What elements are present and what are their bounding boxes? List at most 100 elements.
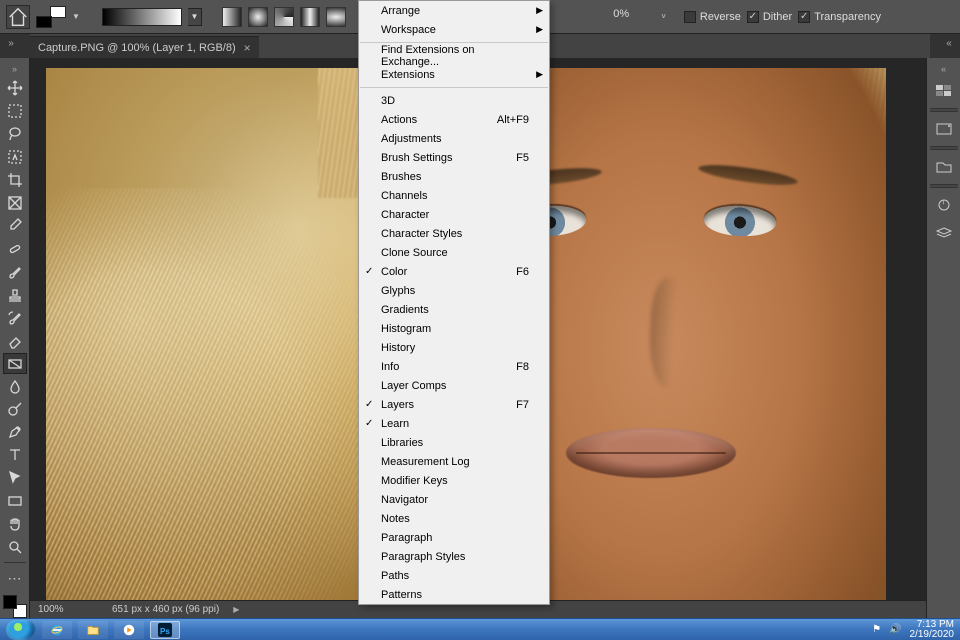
menu-item-extensions[interactable]: Extensions▶ xyxy=(359,65,549,84)
eraser-tool[interactable] xyxy=(3,330,27,351)
stamp-tool[interactable] xyxy=(3,284,27,305)
dodge-tool[interactable] xyxy=(3,399,27,420)
expand-right-icon[interactable]: « xyxy=(942,36,956,50)
menu-item-info[interactable]: InfoF8 xyxy=(359,357,549,376)
menu-item-layers[interactable]: ✓LayersF7 xyxy=(359,395,549,414)
libraries-panel-icon[interactable] xyxy=(931,156,957,178)
dither-checkbox[interactable]: ✓ Dither xyxy=(747,11,792,23)
transparency-checkbox[interactable]: ✓ Transparency xyxy=(798,11,881,23)
menu-item-label: Gradients xyxy=(381,304,429,316)
menu-item-actions[interactable]: ActionsAlt+F9 xyxy=(359,110,549,129)
menu-item-modifier-keys[interactable]: Modifier Keys xyxy=(359,471,549,490)
check-icon: ✓ xyxy=(365,399,373,410)
menu-item-clone-source[interactable]: Clone Source xyxy=(359,243,549,262)
menu-item-channels[interactable]: Channels xyxy=(359,186,549,205)
brush-tool[interactable] xyxy=(3,261,27,282)
rectangle-tool[interactable] xyxy=(3,491,27,512)
chevron-right-icon[interactable]: ▶ xyxy=(233,605,239,614)
menu-item-histogram[interactable]: Histogram xyxy=(359,319,549,338)
home-button[interactable] xyxy=(6,5,30,29)
tray-flag-icon[interactable]: ⚑ xyxy=(872,624,881,635)
menu-item-character-styles[interactable]: Character Styles xyxy=(359,224,549,243)
hand-tool[interactable] xyxy=(3,514,27,535)
gradient-type-angle[interactable] xyxy=(274,7,294,27)
crop-tool[interactable] xyxy=(3,170,27,191)
fg-bg-mini-swatch[interactable] xyxy=(36,6,66,28)
menu-item-arrange[interactable]: Arrange▶ xyxy=(359,1,549,20)
edit-toolbar[interactable]: ⋯ xyxy=(3,568,27,589)
menu-item-paths[interactable]: Paths xyxy=(359,566,549,585)
marquee-tool[interactable] xyxy=(3,101,27,122)
adjustments-panel-icon[interactable] xyxy=(931,194,957,216)
gradient-type-diamond[interactable] xyxy=(326,7,346,27)
frame-tool[interactable] xyxy=(3,193,27,214)
path-select-tool[interactable] xyxy=(3,468,27,489)
document-tab[interactable]: Capture.PNG @ 100% (Layer 1, RGB/8) × xyxy=(30,36,259,58)
taskbar-clock[interactable]: 7:13 PM 2/19/2020 xyxy=(910,620,955,640)
move-tool[interactable] xyxy=(3,78,27,99)
quick-select-tool[interactable] xyxy=(3,147,27,168)
chevron-down-icon[interactable]: ▼ xyxy=(72,12,80,21)
fg-bg-swatch[interactable] xyxy=(3,595,27,618)
taskbar-ie-icon[interactable] xyxy=(42,621,72,639)
menu-item-paragraph[interactable]: Paragraph xyxy=(359,528,549,547)
taskbar-photoshop-icon[interactable]: Ps xyxy=(150,621,180,639)
menu-item-color[interactable]: ✓ColorF6 xyxy=(359,262,549,281)
collapse-icon[interactable]: » xyxy=(12,64,17,74)
gradient-dropdown[interactable]: ▼ xyxy=(188,8,202,26)
menu-item-libraries[interactable]: Libraries xyxy=(359,433,549,452)
healing-tool[interactable] xyxy=(3,238,27,259)
svg-text:Ps: Ps xyxy=(160,627,170,636)
menu-item-label: 3D xyxy=(381,95,395,107)
layers-panel-icon[interactable] xyxy=(931,222,957,244)
gradient-tool[interactable] xyxy=(3,353,27,374)
zoom-level[interactable]: 100% xyxy=(38,604,98,615)
reverse-checkbox[interactable]: Reverse xyxy=(684,11,741,23)
menu-item-find-extensions-on-exchange[interactable]: Find Extensions on Exchange... xyxy=(359,46,549,65)
menu-item-3d[interactable]: 3D xyxy=(359,91,549,110)
color-panel-icon[interactable] xyxy=(931,80,957,102)
checkbox-box xyxy=(684,11,696,23)
blur-tool[interactable] xyxy=(3,376,27,397)
collapse-icon[interactable]: « xyxy=(941,64,946,74)
learn-panel-icon[interactable] xyxy=(931,118,957,140)
eyedropper-tool[interactable] xyxy=(3,216,27,237)
menu-item-label: Brush Settings xyxy=(381,152,453,164)
menu-item-gradients[interactable]: Gradients xyxy=(359,300,549,319)
menu-item-glyphs[interactable]: Glyphs xyxy=(359,281,549,300)
menu-item-character[interactable]: Character xyxy=(359,205,549,224)
gradient-type-reflected[interactable] xyxy=(300,7,320,27)
menu-item-learn[interactable]: ✓Learn xyxy=(359,414,549,433)
expand-left-icon[interactable]: » xyxy=(4,36,18,50)
menu-item-navigator[interactable]: Navigator xyxy=(359,490,549,509)
menu-item-adjustments[interactable]: Adjustments xyxy=(359,129,549,148)
menu-item-paragraph-styles[interactable]: Paragraph Styles xyxy=(359,547,549,566)
close-icon[interactable]: × xyxy=(244,41,251,55)
chevron-down-icon[interactable]: ˅ xyxy=(661,12,666,21)
taskbar-explorer-icon[interactable] xyxy=(78,621,108,639)
menu-item-brushes[interactable]: Brushes xyxy=(359,167,549,186)
menu-item-label: Info xyxy=(381,361,399,373)
menu-item-brush-settings[interactable]: Brush SettingsF5 xyxy=(359,148,549,167)
gradient-type-linear[interactable] xyxy=(222,7,242,27)
menu-item-measurement-log[interactable]: Measurement Log xyxy=(359,452,549,471)
gradient-type-radial[interactable] xyxy=(248,7,268,27)
tray-speaker-icon[interactable]: 🔊 xyxy=(889,624,901,635)
menu-item-patterns[interactable]: Patterns xyxy=(359,585,549,604)
history-brush-tool[interactable] xyxy=(3,307,27,328)
menu-item-workspace[interactable]: Workspace▶ xyxy=(359,20,549,39)
start-button[interactable] xyxy=(6,620,36,640)
zoom-tool[interactable] xyxy=(3,537,27,558)
gradient-preview[interactable] xyxy=(102,8,182,26)
taskbar-mediaplayer-icon[interactable] xyxy=(114,621,144,639)
menu-shortcut: Alt+F9 xyxy=(497,114,529,126)
type-tool[interactable] xyxy=(3,445,27,466)
separator xyxy=(4,562,26,563)
menu-item-label: Adjustments xyxy=(381,133,442,145)
menu-item-history[interactable]: History xyxy=(359,338,549,357)
menu-item-notes[interactable]: Notes xyxy=(359,509,549,528)
pen-tool[interactable] xyxy=(3,422,27,443)
menu-item-label: Character xyxy=(381,209,429,221)
lasso-tool[interactable] xyxy=(3,124,27,145)
menu-item-layer-comps[interactable]: Layer Comps xyxy=(359,376,549,395)
